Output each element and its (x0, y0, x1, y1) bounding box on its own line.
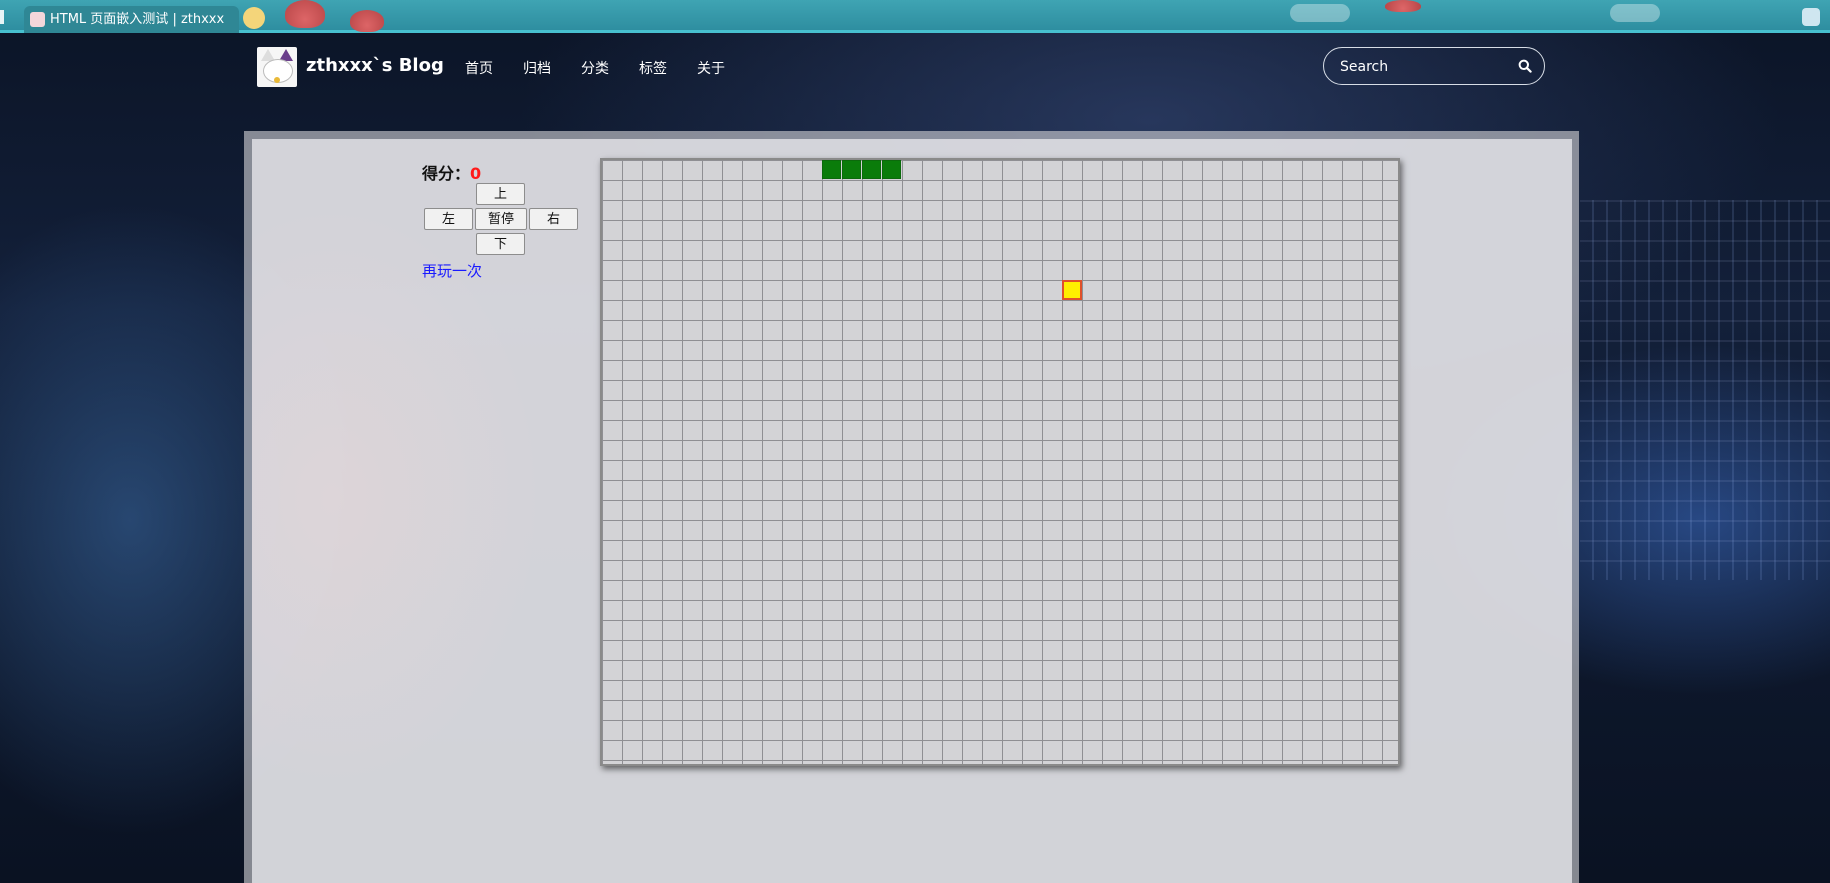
browser-tab[interactable]: HTML 页面嵌入测试 | zthxxx (24, 6, 239, 33)
lotus-decoration-icon (350, 10, 384, 32)
browser-tab-bar: HTML 页面嵌入测试 | zthxxx (0, 0, 1830, 33)
lotus-decoration-icon (285, 0, 325, 28)
snake-segment (862, 160, 881, 179)
lotus-decoration-icon (1385, 0, 1421, 12)
food-item (1062, 280, 1082, 300)
down-button[interactable]: 下 (476, 233, 525, 255)
search-icon[interactable] (1518, 59, 1532, 73)
score-value: 0 (470, 164, 482, 183)
nav-about[interactable]: 关于 (697, 58, 725, 78)
snake-segment (842, 160, 861, 179)
nav-home[interactable]: 首页 (465, 58, 493, 78)
right-button[interactable]: 右 (529, 208, 578, 230)
up-button[interactable]: 上 (476, 183, 525, 205)
nav-archives[interactable]: 归档 (523, 58, 551, 78)
background-city-lights (1580, 200, 1830, 580)
snake-segment (822, 160, 841, 179)
left-button[interactable]: 左 (424, 208, 473, 230)
tab-edge-indicator (0, 10, 4, 24)
snake-game-board[interactable] (600, 158, 1400, 766)
cat-avatar-logo[interactable] (257, 47, 297, 87)
replay-link[interactable]: 再玩一次 (422, 260, 482, 281)
site-title[interactable]: zthxxx`s Blog (306, 55, 444, 76)
search-box (1323, 47, 1545, 85)
avatar-bell (274, 77, 280, 83)
nav-tags[interactable]: 标签 (639, 58, 667, 78)
score-label: 得分： (422, 164, 471, 183)
site-navbar: zthxxx`s Blog 首页 归档 分类 标签 关于 (0, 33, 1830, 103)
snake-segment (882, 160, 901, 179)
score-display: 得分：0 (422, 160, 481, 184)
sun-decoration-icon (243, 7, 265, 29)
nav-categories[interactable]: 分类 (581, 58, 609, 78)
pause-button[interactable]: 暂停 (475, 208, 527, 230)
cloud-decoration-icon (1610, 4, 1660, 22)
favicon-icon (30, 12, 45, 27)
cloud-decoration-icon (1290, 4, 1350, 22)
search-input[interactable] (1338, 56, 1502, 78)
extension-icon[interactable] (1802, 8, 1820, 26)
tab-title: HTML 页面嵌入测试 | zthxxx (50, 12, 225, 27)
